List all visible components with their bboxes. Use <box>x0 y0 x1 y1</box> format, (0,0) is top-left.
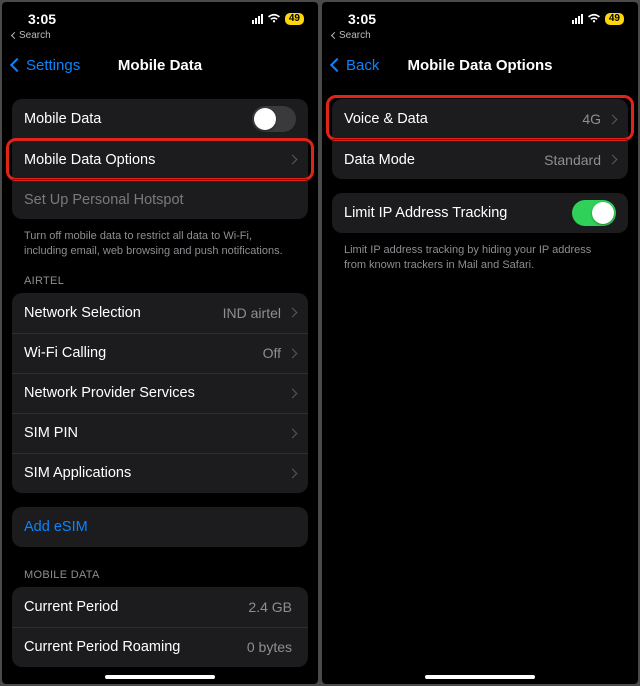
battery-indicator: 49 <box>605 13 624 25</box>
row-mobile-data[interactable]: Mobile Data <box>12 99 308 139</box>
chevron-left-icon <box>11 32 18 39</box>
row-personal-hotspot[interactable]: Set Up Personal Hotspot <box>12 179 308 219</box>
row-sim-pin[interactable]: SIM PIN <box>12 413 308 453</box>
row-provider-services[interactable]: Network Provider Services <box>12 373 308 413</box>
section-header-carrier: AIRTEL <box>12 259 308 291</box>
nav-bar: Back Mobile Data Options <box>322 45 638 85</box>
footer-text: Turn off mobile data to restrict all dat… <box>12 225 308 259</box>
battery-indicator: 49 <box>285 13 304 25</box>
home-indicator[interactable] <box>105 675 215 679</box>
limit-ip-toggle[interactable] <box>572 200 616 226</box>
row-wifi-calling[interactable]: Wi-Fi Calling Off <box>12 333 308 373</box>
row-mobile-data-options[interactable]: Mobile Data Options <box>12 139 308 179</box>
chevron-right-icon <box>288 308 298 318</box>
status-bar: 3:05 49 <box>322 2 638 30</box>
chevron-left-icon <box>330 58 344 72</box>
section-header-usage: MOBILE DATA <box>12 553 308 585</box>
cellular-signal-icon <box>572 14 583 24</box>
home-indicator[interactable] <box>425 675 535 679</box>
chevron-right-icon <box>288 348 298 358</box>
row-current-period-roaming[interactable]: Current Period Roaming 0 bytes <box>12 627 308 667</box>
chevron-left-icon <box>331 32 338 39</box>
settings-content: Voice & Data 4G Data Mode Standard Limit… <box>322 85 638 684</box>
footer-text: Limit IP address tracking by hiding your… <box>332 239 628 273</box>
nav-bar: Settings Mobile Data <box>2 45 318 85</box>
cellular-signal-icon <box>252 14 263 24</box>
wifi-icon <box>587 13 601 26</box>
chevron-right-icon <box>288 155 298 165</box>
back-button[interactable]: Settings <box>12 57 80 74</box>
chevron-right-icon <box>608 155 618 165</box>
row-limit-ip-tracking[interactable]: Limit IP Address Tracking <box>332 193 628 233</box>
mobile-data-toggle[interactable] <box>252 106 296 132</box>
screen-mobile-data: 3:05 49 Search Settings Mobile Data Mobi… <box>2 2 318 684</box>
chevron-right-icon <box>288 428 298 438</box>
status-time: 3:05 <box>348 11 376 27</box>
row-sim-applications[interactable]: SIM Applications <box>12 453 308 493</box>
row-voice-and-data[interactable]: Voice & Data 4G <box>332 99 628 139</box>
status-time: 3:05 <box>28 11 56 27</box>
status-bar: 3:05 49 <box>2 2 318 30</box>
row-data-mode[interactable]: Data Mode Standard <box>332 139 628 179</box>
settings-content: Mobile Data Mobile Data Options Set Up P… <box>2 85 318 684</box>
wifi-icon <box>267 13 281 26</box>
row-network-selection[interactable]: Network Selection IND airtel <box>12 293 308 333</box>
breadcrumb[interactable]: Search <box>2 30 318 45</box>
back-button[interactable]: Back <box>332 57 379 74</box>
row-current-period[interactable]: Current Period 2.4 GB <box>12 587 308 627</box>
chevron-left-icon <box>10 58 24 72</box>
breadcrumb[interactable]: Search <box>322 30 638 45</box>
chevron-right-icon <box>288 388 298 398</box>
chevron-right-icon <box>288 468 298 478</box>
chevron-right-icon <box>608 114 618 124</box>
row-add-esim[interactable]: Add eSIM <box>12 507 308 547</box>
screen-mobile-data-options: 3:05 49 Search Back Mobile Data Options … <box>322 2 638 684</box>
